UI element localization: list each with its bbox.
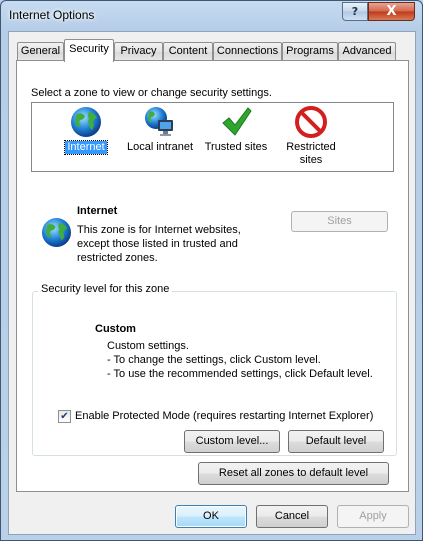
title-bar[interactable]: Internet Options ? X xyxy=(1,1,422,31)
default-level-button-label: Default level xyxy=(305,435,367,447)
zone-label: Trusted sites xyxy=(204,141,268,153)
zone-internet[interactable]: Internet xyxy=(46,106,126,155)
dialog-body: General Security Privacy Content Connect… xyxy=(8,31,416,535)
help-button[interactable]: ? xyxy=(342,2,368,21)
zone-prompt: Select a zone to view or change security… xyxy=(31,87,272,99)
custom-level-button[interactable]: Custom level... xyxy=(184,430,280,453)
reset-all-zones-button[interactable]: Reset all zones to default level xyxy=(198,462,389,485)
reset-all-zones-button-label: Reset all zones to default level xyxy=(218,467,369,479)
zone-local-intranet[interactable]: Local intranet xyxy=(120,106,200,154)
zone-label: Internet xyxy=(64,140,108,155)
restricted-icon xyxy=(295,106,327,138)
apply-button-label: Apply xyxy=(359,510,387,522)
ok-button-label: OK xyxy=(203,510,219,522)
zone-info-description: This zone is for Internet websites, exce… xyxy=(77,223,241,265)
globe-icon xyxy=(41,217,72,248)
zone-restricted-sites[interactable]: Restricted sites xyxy=(271,106,351,167)
zone-label: Local intranet xyxy=(126,141,194,153)
level-desc-line: - To change the settings, click Custom l… xyxy=(107,354,321,366)
tab-privacy[interactable]: Privacy xyxy=(114,42,163,61)
window-title: Internet Options xyxy=(9,8,95,22)
security-level-description: Custom settings. - To change the setting… xyxy=(107,339,373,381)
sites-button-label: Sites xyxy=(327,215,352,227)
security-level-name: Custom xyxy=(95,323,136,335)
checkmark-icon xyxy=(222,107,252,136)
security-level-group-title: Security level for this zone xyxy=(38,283,173,295)
zone-desc-line: restricted zones. xyxy=(77,252,158,264)
zone-list: Internet Local intranet Trusted sites Re… xyxy=(31,102,394,172)
tab-security[interactable]: Security xyxy=(64,39,114,62)
close-icon: X xyxy=(386,4,397,19)
level-desc-line: - To use the recommended settings, click… xyxy=(107,368,373,380)
security-tab-panel: Select a zone to view or change security… xyxy=(16,60,409,492)
globe-icon xyxy=(71,107,101,137)
zone-label-line1: Restricted xyxy=(286,141,336,153)
default-level-button[interactable]: Default level xyxy=(288,430,384,453)
apply-button[interactable]: Apply xyxy=(337,505,409,528)
zone-label: Restricted sites xyxy=(284,141,338,167)
tab-general[interactable]: General xyxy=(17,42,64,61)
cancel-button-label: Cancel xyxy=(274,510,310,522)
tab-advanced[interactable]: Advanced xyxy=(338,42,396,61)
protected-mode-checkbox[interactable]: ✔ xyxy=(58,410,71,423)
tab-content[interactable]: Content xyxy=(163,42,213,61)
sites-button[interactable]: Sites xyxy=(291,211,388,232)
zone-label-line2: sites xyxy=(299,154,323,166)
cancel-button[interactable]: Cancel xyxy=(256,505,328,528)
protected-mode-label[interactable]: Enable Protected Mode (requires restarti… xyxy=(75,410,373,422)
checkmark-icon: ✔ xyxy=(60,411,69,422)
tab-programs[interactable]: Programs xyxy=(282,42,338,61)
zone-desc-line: This zone is for Internet websites, xyxy=(77,224,241,236)
zone-info-title: Internet xyxy=(77,205,118,217)
intranet-icon xyxy=(145,107,173,136)
zone-trusted-sites[interactable]: Trusted sites xyxy=(196,106,276,154)
internet-options-window: Internet Options ? X General Security Pr… xyxy=(0,0,423,541)
custom-level-button-label: Custom level... xyxy=(195,435,269,447)
zone-desc-line: except those listed in trusted and xyxy=(77,238,238,250)
ok-button[interactable]: OK xyxy=(175,505,247,528)
close-button[interactable]: X xyxy=(368,2,415,21)
tab-connections[interactable]: Connections xyxy=(213,42,282,61)
level-desc-line: Custom settings. xyxy=(107,340,189,352)
